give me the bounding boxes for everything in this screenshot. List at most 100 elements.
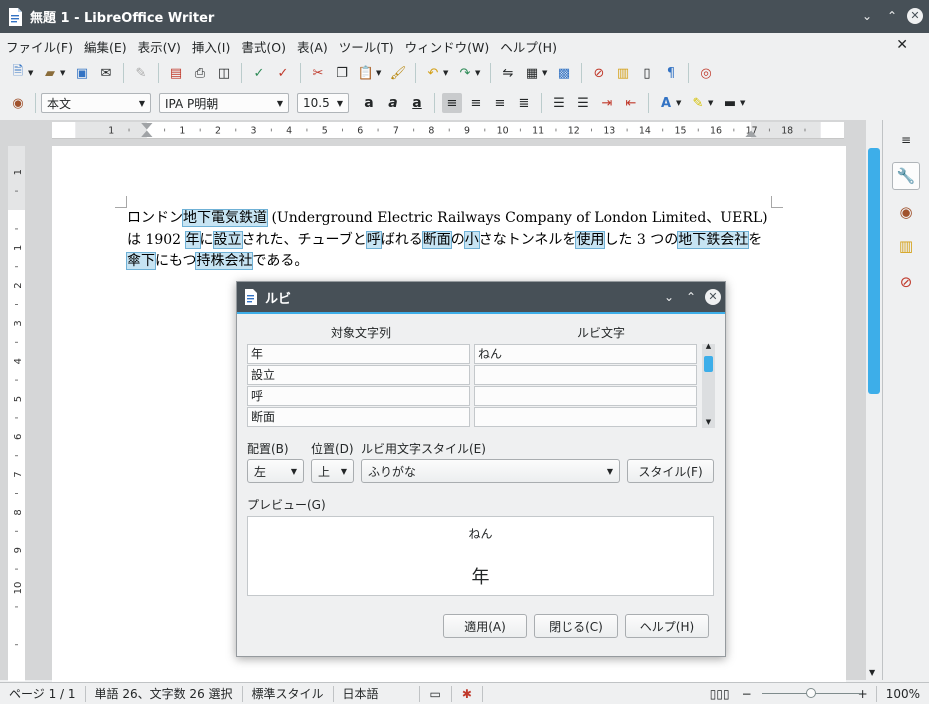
chevron-down-icon[interactable]: ▼ bbox=[708, 99, 716, 107]
scroll-down-icon[interactable]: ▼ bbox=[702, 418, 715, 426]
paragraph-style-combo[interactable]: 本文 ▼ bbox=[41, 93, 151, 113]
undo-icon[interactable]: ↶ bbox=[423, 63, 443, 83]
close-document-icon[interactable]: ✕ bbox=[896, 37, 908, 53]
align-right-icon[interactable]: ≡ bbox=[490, 93, 510, 113]
style-update-icon[interactable]: ◉ bbox=[8, 93, 28, 113]
style-button[interactable]: スタイル(F) bbox=[627, 459, 714, 483]
autospellcheck-icon[interactable]: ✓ bbox=[273, 63, 293, 83]
document-body-text[interactable]: ロンドン地下電気鉄道 (Underground Electric Railway… bbox=[126, 208, 775, 273]
chevron-down-icon[interactable]: ▼ bbox=[376, 69, 384, 77]
print-icon[interactable]: ⎙ bbox=[190, 63, 210, 83]
status-language[interactable]: 日本語 bbox=[334, 685, 420, 702]
apply-button[interactable]: 適用(A) bbox=[443, 614, 527, 638]
align-center-icon[interactable]: ≡ bbox=[466, 93, 486, 113]
sidebar-menu-icon[interactable]: ≡ bbox=[892, 126, 920, 154]
cut-icon[interactable]: ✂ bbox=[308, 63, 328, 83]
menu-file[interactable]: ファイル(F) bbox=[6, 37, 73, 56]
paste-icon[interactable]: 📋 bbox=[356, 63, 376, 83]
chevron-down-icon[interactable]: ▼ bbox=[60, 69, 68, 77]
vertical-ruler[interactable]: 1 1 2 3 4 5 6 7 8 9 10 bbox=[8, 146, 25, 681]
edit-mode-icon[interactable]: ✎ bbox=[131, 63, 151, 83]
font-name-combo[interactable]: IPA P明朝 ▼ bbox=[159, 93, 289, 113]
char-style-select[interactable]: ふりがな ▼ bbox=[361, 459, 620, 483]
gallery-icon[interactable]: ▥ bbox=[892, 232, 920, 260]
minimize-icon[interactable]: ⌄ bbox=[661, 289, 677, 305]
selection-mode-icon[interactable]: ▭ bbox=[420, 685, 452, 702]
formatting-marks-icon[interactable]: ¶ bbox=[661, 63, 681, 83]
chevron-down-icon[interactable]: ▼ bbox=[475, 69, 483, 77]
menu-tools[interactable]: ツール(T) bbox=[339, 37, 394, 56]
print-preview-icon[interactable]: ◫ bbox=[214, 63, 234, 83]
font-color-icon[interactable]: A bbox=[656, 93, 676, 113]
status-page-style[interactable]: 標準スタイル bbox=[243, 685, 334, 702]
close-dialog-icon[interactable]: ✕ bbox=[705, 289, 721, 305]
align-left-icon[interactable]: ≡ bbox=[442, 93, 462, 113]
chart-icon[interactable]: ▥ bbox=[613, 63, 633, 83]
position-select[interactable]: 上 ▼ bbox=[311, 459, 354, 483]
menu-help[interactable]: ヘルプ(H) bbox=[500, 37, 557, 56]
highlight-icon[interactable]: ✎ bbox=[688, 93, 708, 113]
zoom-slider-handle[interactable] bbox=[806, 688, 816, 698]
bullet-list-icon[interactable]: ☰ bbox=[573, 93, 593, 113]
base-text-field[interactable]: 設立 bbox=[247, 365, 470, 385]
copy-icon[interactable]: ❐ bbox=[332, 63, 352, 83]
status-zoom[interactable]: 100% bbox=[875, 685, 929, 702]
justify-icon[interactable]: ≣ bbox=[514, 93, 534, 113]
ruby-text-field[interactable] bbox=[474, 365, 697, 385]
base-text-field[interactable]: 断面 bbox=[247, 407, 470, 427]
maximize-icon[interactable]: ⌃ bbox=[884, 8, 900, 24]
status-word-count[interactable]: 単語 26、文字数 26 選択 bbox=[86, 685, 243, 702]
status-page[interactable]: ページ 1 / 1 bbox=[0, 685, 86, 702]
new-document-icon[interactable]: 🗎 bbox=[8, 63, 28, 83]
horizontal-ruler[interactable]: 1 1 2 3 4 5 6 7 8 9 10 11 12 13 14 15 16 17 18 bbox=[52, 122, 844, 139]
help-lifebuoy-icon[interactable]: ◎ bbox=[696, 63, 716, 83]
chevron-down-icon[interactable]: ▼ bbox=[740, 99, 748, 107]
italic-icon[interactable]: a bbox=[383, 93, 403, 113]
base-text-field[interactable]: 呼 bbox=[247, 386, 470, 406]
help-button[interactable]: ヘルプ(H) bbox=[625, 614, 709, 638]
base-text-field[interactable]: 年 bbox=[247, 344, 470, 364]
export-pdf-icon[interactable]: ▤ bbox=[166, 63, 186, 83]
font-size-combo[interactable]: 10.5 ▼ bbox=[297, 93, 349, 113]
menu-format[interactable]: 書式(O) bbox=[241, 37, 286, 56]
numbered-list-icon[interactable]: ☰ bbox=[549, 93, 569, 113]
styles-icon[interactable]: ◉ bbox=[892, 198, 920, 226]
zoom-out-icon[interactable]: − bbox=[742, 687, 752, 701]
email-icon[interactable]: ✉ bbox=[96, 63, 116, 83]
chevron-down-icon[interactable]: ▼ bbox=[443, 69, 451, 77]
alignment-select[interactable]: 左 ▼ bbox=[247, 459, 304, 483]
ruby-text-field[interactable] bbox=[474, 407, 697, 427]
scrollbar-thumb[interactable] bbox=[868, 148, 880, 394]
menu-insert[interactable]: 挿入(I) bbox=[192, 37, 230, 56]
menu-table[interactable]: 表(A) bbox=[297, 37, 328, 56]
open-folder-icon[interactable]: ▰ bbox=[40, 63, 60, 83]
scroll-down-icon[interactable]: ▼ bbox=[869, 668, 875, 677]
bold-icon[interactable]: a bbox=[359, 93, 379, 113]
scroll-up-icon[interactable]: ▲ bbox=[702, 342, 715, 350]
image-icon[interactable]: ▩ bbox=[554, 63, 574, 83]
navigator-icon[interactable]: ⊘ bbox=[589, 63, 609, 83]
menu-edit[interactable]: 編集(E) bbox=[84, 37, 127, 56]
menu-window[interactable]: ウィンドウ(W) bbox=[405, 37, 490, 56]
chevron-down-icon[interactable]: ▼ bbox=[28, 69, 36, 77]
save-icon[interactable]: ▣ bbox=[72, 63, 92, 83]
increase-indent-icon[interactable]: ⇥ bbox=[597, 93, 617, 113]
special-char-icon[interactable]: ▯ bbox=[637, 63, 657, 83]
ruby-text-field[interactable]: ねん bbox=[474, 344, 697, 364]
close-button[interactable]: 閉じる(C) bbox=[534, 614, 618, 638]
chevron-down-icon[interactable]: ▼ bbox=[542, 69, 550, 77]
find-replace-icon[interactable]: ⇋ bbox=[498, 63, 518, 83]
minimize-icon[interactable]: ⌄ bbox=[859, 8, 875, 24]
maximize-icon[interactable]: ⌃ bbox=[683, 289, 699, 305]
clone-formatting-icon[interactable]: 🖌 bbox=[388, 63, 408, 83]
chevron-down-icon[interactable]: ▼ bbox=[676, 99, 684, 107]
spellcheck-icon[interactable]: ✓ bbox=[249, 63, 269, 83]
menu-view[interactable]: 表示(V) bbox=[138, 37, 181, 56]
redo-icon[interactable]: ↷ bbox=[455, 63, 475, 83]
scrollbar-thumb[interactable] bbox=[704, 356, 713, 372]
underline-icon[interactable]: a bbox=[407, 93, 427, 113]
ruby-text-field[interactable] bbox=[474, 386, 697, 406]
properties-wrench-icon[interactable]: 🔧 bbox=[892, 162, 920, 190]
rows-scrollbar[interactable]: ▲ ▼ bbox=[702, 342, 715, 428]
background-color-icon[interactable]: ▬ bbox=[720, 93, 740, 113]
